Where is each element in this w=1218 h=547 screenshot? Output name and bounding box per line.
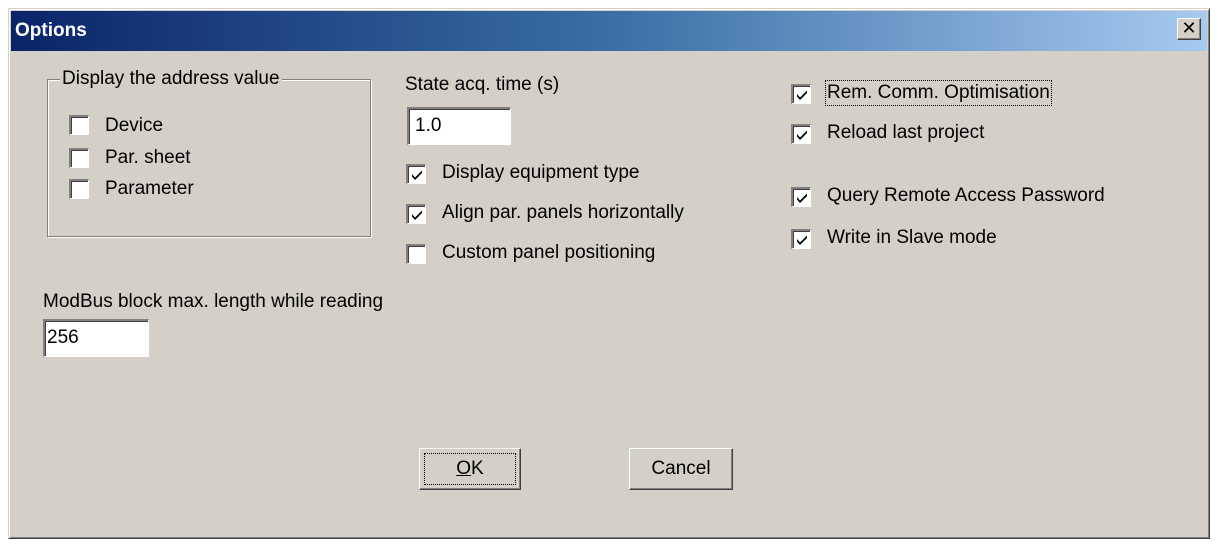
- title-bar[interactable]: Options ✕: [11, 11, 1207, 51]
- display-address-legend: Display the address value: [60, 68, 282, 90]
- close-icon: ✕: [1181, 18, 1197, 39]
- checkmark-icon: [797, 193, 807, 203]
- display-equipment-type-label: Display equipment type: [442, 162, 640, 183]
- parameter-label: Parameter: [105, 178, 194, 199]
- device-checkbox[interactable]: [69, 115, 89, 135]
- custom-panel-positioning-label: Custom panel positioning: [442, 242, 656, 263]
- ok-button[interactable]: OK: [419, 448, 521, 490]
- par-sheet-checkbox[interactable]: [69, 148, 89, 168]
- checkmark-icon: [412, 210, 422, 220]
- rem-comm-optimisation-label: Rem. Comm. Optimisation: [825, 80, 1052, 106]
- state-acq-label: State acq. time (s): [405, 74, 560, 95]
- write-in-slave-mode-checkbox[interactable]: [791, 229, 811, 249]
- parameter-checkbox[interactable]: [69, 179, 89, 199]
- query-remote-access-password-checkbox[interactable]: [791, 187, 811, 207]
- custom-panel-positioning-checkbox[interactable]: [406, 244, 426, 264]
- ok-label-rest: K: [471, 458, 484, 479]
- options-dialog: Options ✕ Display the address value Devi…: [8, 8, 1210, 539]
- checkmark-icon: [797, 130, 807, 140]
- checkmark-icon: [412, 170, 422, 180]
- write-in-slave-mode-label: Write in Slave mode: [827, 227, 997, 248]
- align-panels-checkbox[interactable]: [406, 204, 426, 224]
- display-equipment-type-checkbox[interactable]: [406, 164, 426, 184]
- checkmark-icon: [797, 235, 807, 245]
- reload-last-project-checkbox[interactable]: [791, 124, 811, 144]
- align-panels-label: Align par. panels horizontally: [442, 202, 684, 223]
- cancel-button[interactable]: Cancel: [629, 448, 733, 490]
- reload-last-project-label: Reload last project: [827, 122, 985, 143]
- ok-accel-char: O: [456, 458, 472, 479]
- rem-comm-optimisation-checkbox[interactable]: [791, 84, 811, 104]
- window-title: Options: [15, 20, 87, 41]
- query-remote-access-password-label: Query Remote Access Password: [827, 185, 1105, 206]
- device-label: Device: [105, 115, 164, 136]
- par-sheet-label: Par. sheet: [105, 147, 191, 168]
- modbus-length-label: ModBus block max. length while reading: [43, 291, 384, 312]
- close-button[interactable]: ✕: [1177, 18, 1201, 40]
- checkmark-icon: [797, 90, 807, 100]
- state-acq-input[interactable]: 1.0: [407, 107, 511, 145]
- modbus-length-input[interactable]: 256: [43, 319, 149, 357]
- display-address-group: Display the address value: [47, 68, 371, 237]
